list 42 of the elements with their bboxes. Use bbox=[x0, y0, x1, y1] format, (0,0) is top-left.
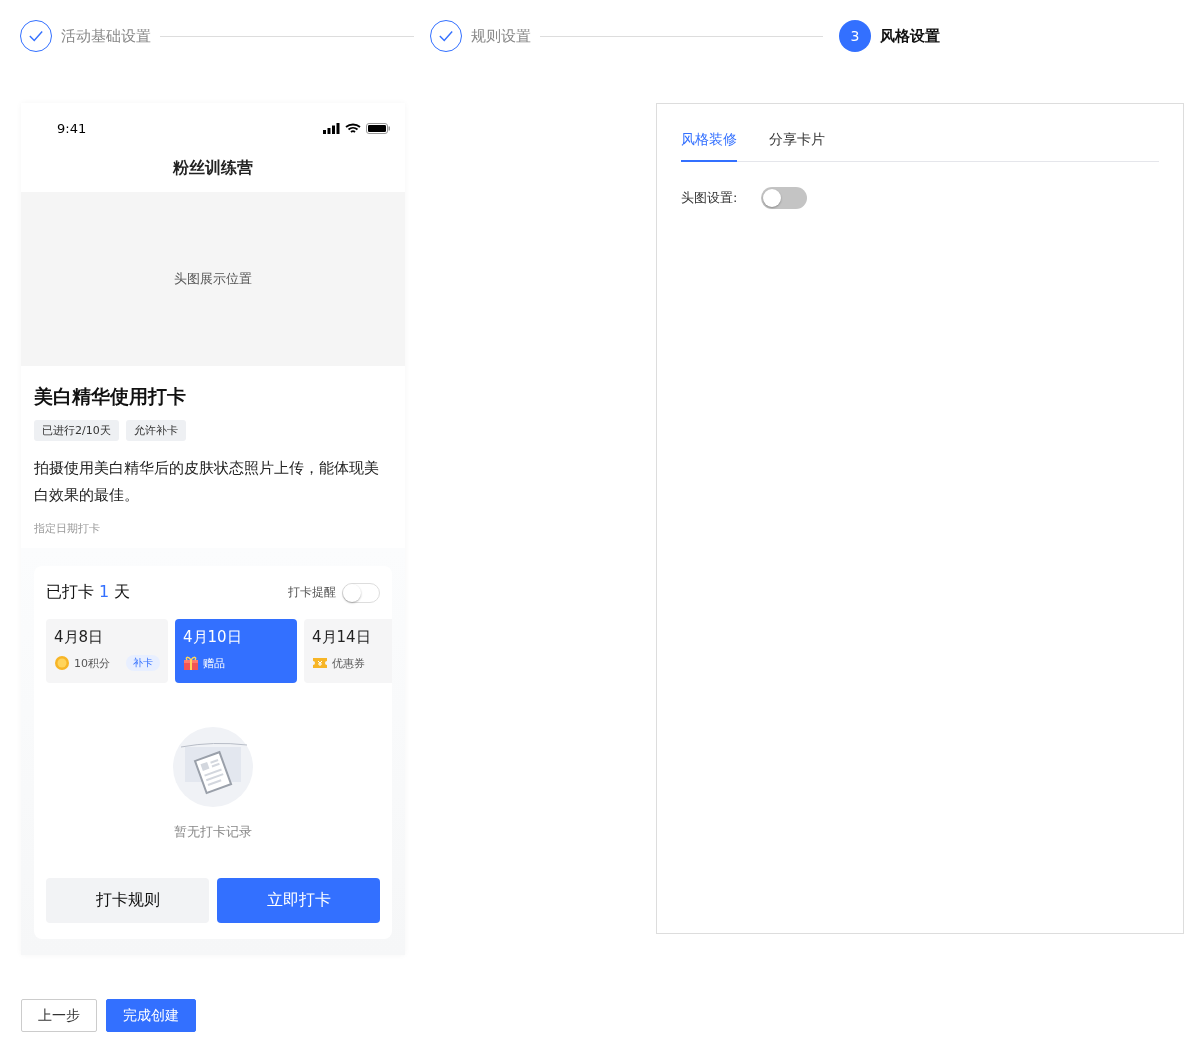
activity-title: 美白精华使用打卡 bbox=[34, 384, 187, 409]
tag: 已进行2/10天 bbox=[34, 420, 119, 441]
step-label: 活动基础设置 bbox=[61, 26, 151, 46]
field-label: 头图设置: bbox=[681, 189, 738, 207]
rules-button[interactable]: 打卡规则 bbox=[46, 878, 209, 923]
reward-label: 赠品 bbox=[203, 655, 225, 671]
reminder-label: 打卡提醒 bbox=[288, 584, 336, 601]
date-card[interactable]: 4月8日 10积分 补卡 bbox=[46, 619, 168, 683]
empty-state-text: 暂无打卡记录 bbox=[174, 823, 252, 841]
tag: 允许补卡 bbox=[125, 420, 186, 441]
tab[interactable]: 分享卡片 bbox=[769, 128, 825, 162]
checked-label: 已打卡 bbox=[46, 582, 94, 603]
ticket-icon bbox=[312, 655, 328, 671]
reward-label: 优惠券 bbox=[332, 655, 365, 671]
makeup-tag: 补卡 bbox=[126, 655, 160, 671]
toggle-switch[interactable] bbox=[761, 187, 808, 209]
signal-icon bbox=[323, 122, 340, 134]
page-title: 粉丝训练营 bbox=[172, 158, 254, 179]
gift-icon bbox=[183, 655, 199, 671]
step-label: 规则设置 bbox=[471, 26, 531, 46]
checked-count: 1 bbox=[99, 582, 110, 603]
days-label: 天 bbox=[114, 582, 131, 603]
activity-description: 拍摄使用美白精华后的皮肤状态照片上传，能体现美白效果的最佳。 bbox=[34, 458, 380, 506]
finish-button[interactable]: 完成创建 bbox=[106, 999, 196, 1032]
date-label: 4月14日 bbox=[312, 628, 372, 647]
status-time: 9:41 bbox=[57, 120, 87, 136]
step-label: 风格设置 bbox=[880, 26, 940, 46]
date-card[interactable]: 4月10日 赠品 bbox=[175, 619, 297, 683]
back-button[interactable]: 上一步 bbox=[21, 999, 97, 1032]
date-card[interactable]: 4月14日 优惠券 bbox=[304, 619, 392, 683]
wifi-icon bbox=[345, 122, 361, 134]
banner-text: 头图展示位置 bbox=[174, 270, 252, 288]
coin-icon bbox=[54, 655, 70, 671]
date-label: 4月8日 bbox=[54, 628, 105, 647]
checkin-mode: 指定日期打卡 bbox=[34, 521, 101, 536]
checkin-button[interactable]: 立即打卡 bbox=[217, 878, 380, 923]
step-number: 3 bbox=[839, 20, 871, 52]
date-label: 4月10日 bbox=[183, 628, 243, 647]
reward-label: 10积分 bbox=[74, 655, 110, 671]
toggle-switch[interactable] bbox=[342, 582, 380, 603]
tab[interactable]: 风格装修 bbox=[681, 128, 737, 162]
battery-icon bbox=[366, 122, 390, 134]
